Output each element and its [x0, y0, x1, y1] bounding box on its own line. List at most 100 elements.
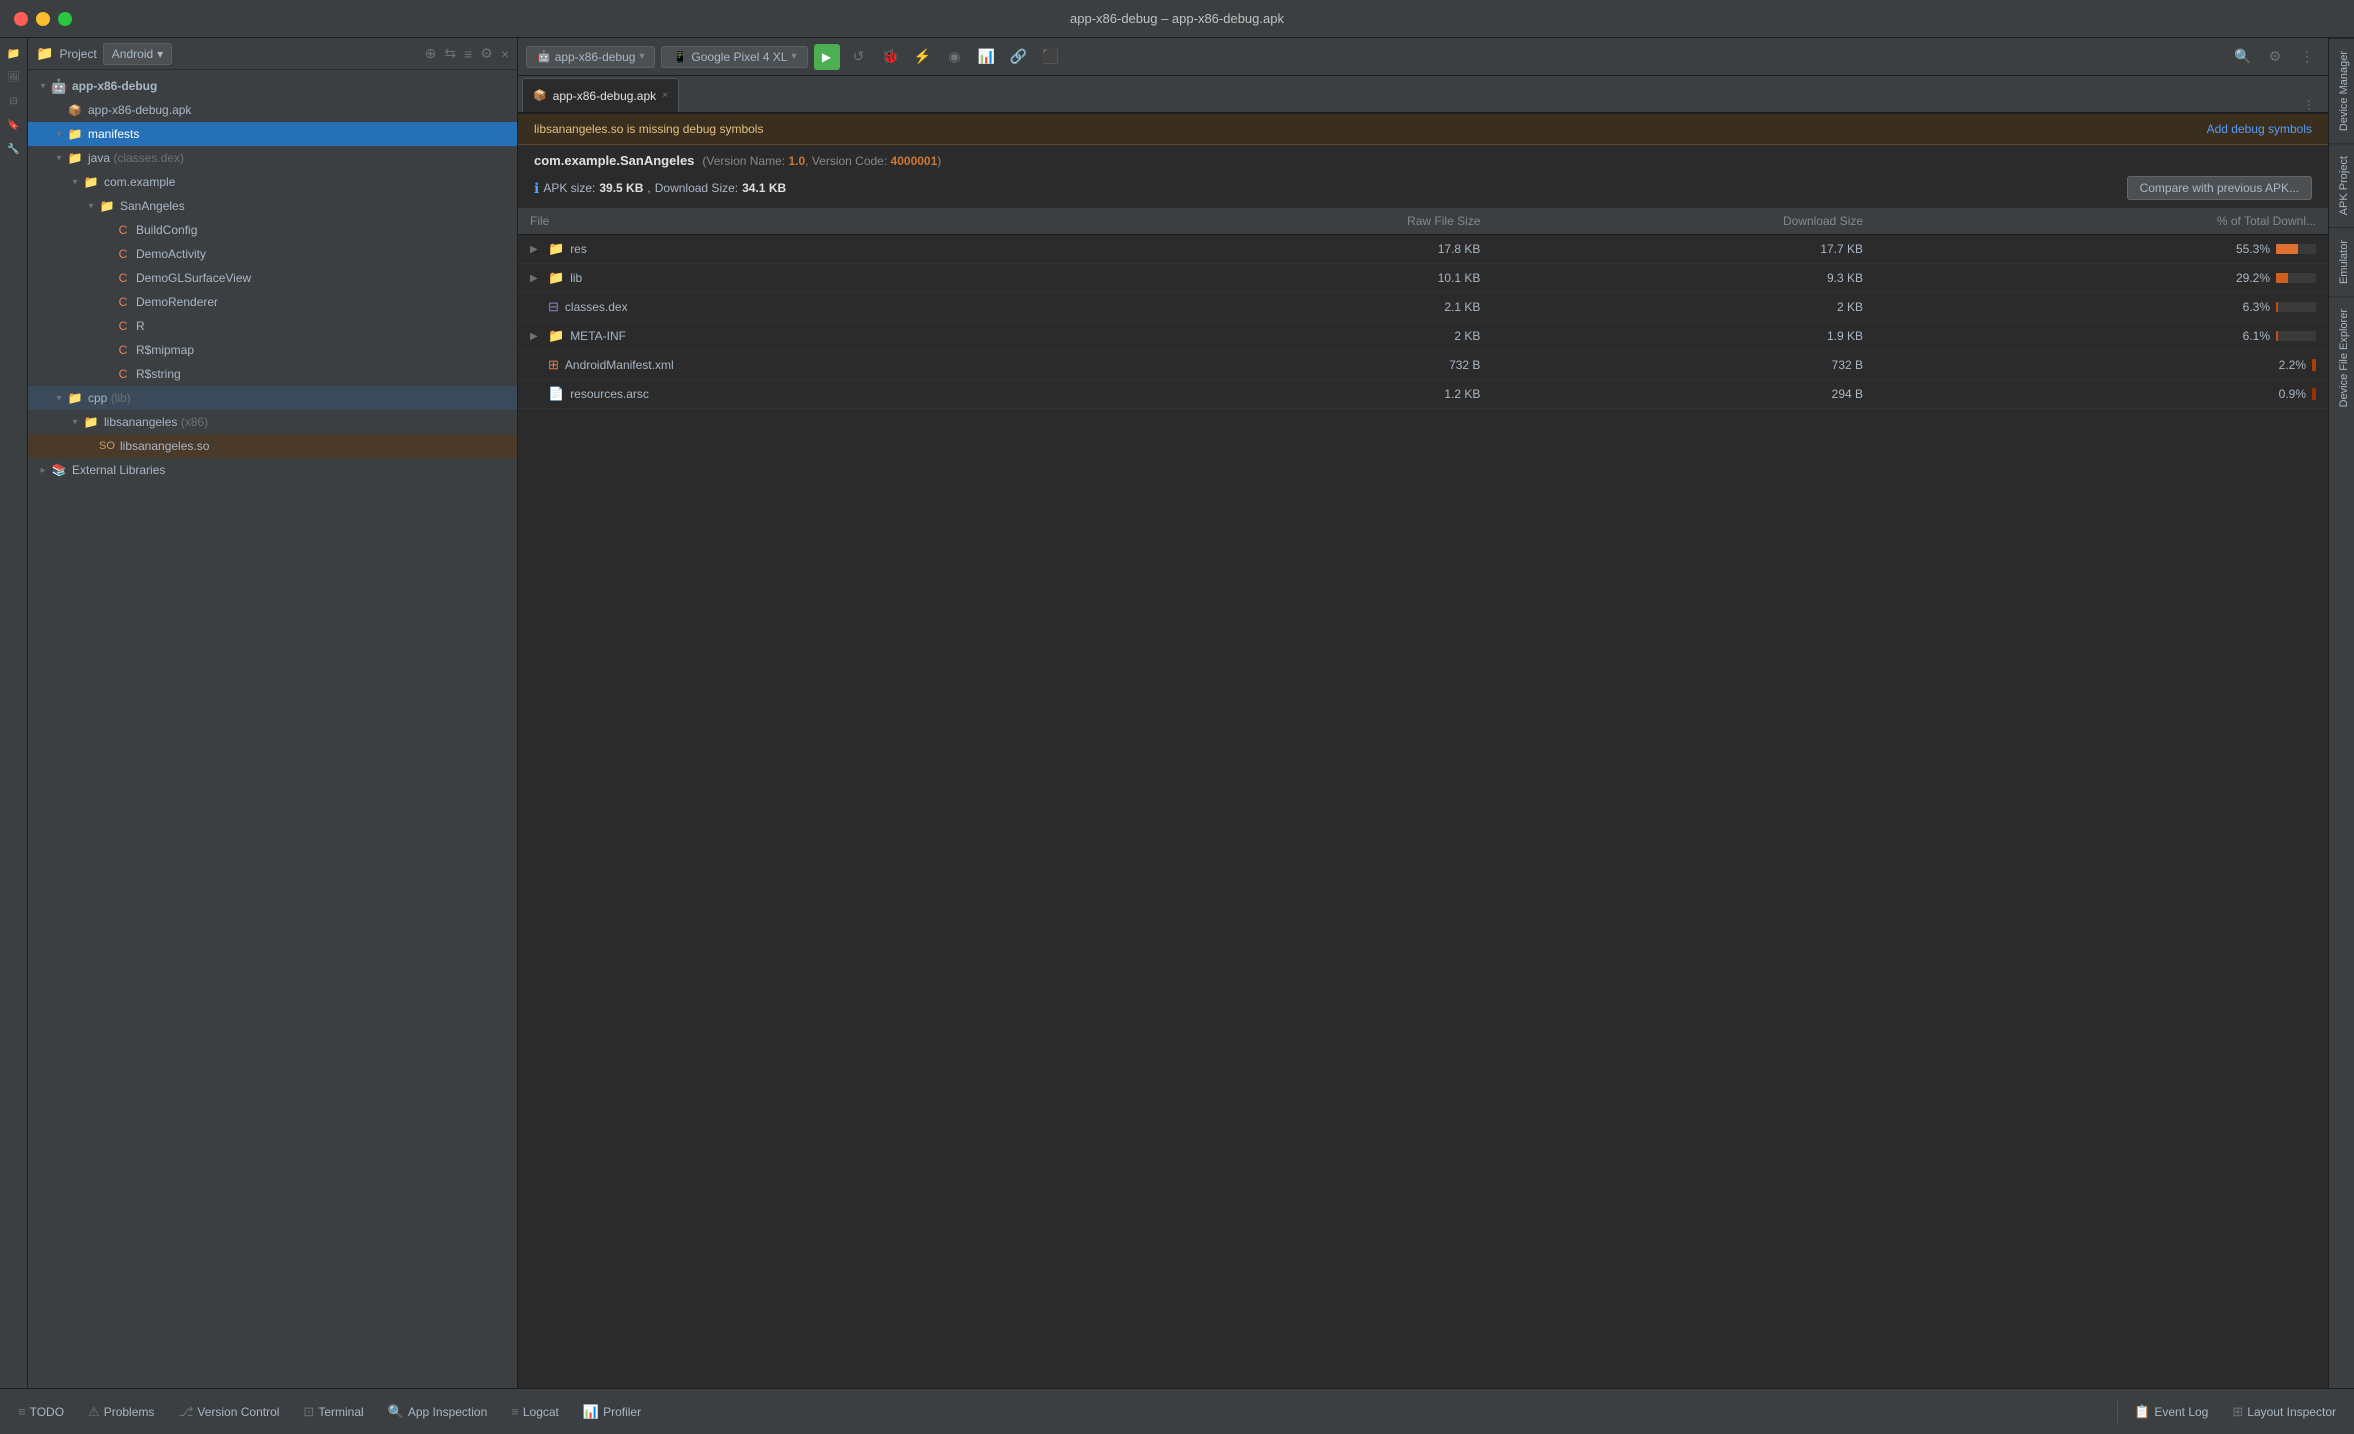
bookmarks-toggle[interactable]: 🔖: [3, 114, 25, 136]
view-mode-selector[interactable]: Android ▾: [103, 43, 172, 65]
warning-text: libsanangeles.so is missing debug symbol…: [534, 122, 763, 136]
stop-button[interactable]: ⬛: [1038, 44, 1064, 70]
close-icon[interactable]: ×: [501, 46, 509, 62]
tree-item-libsanangeles[interactable]: 📁 libsanangeles (x86): [28, 410, 517, 434]
table-row[interactable]: ⊞AndroidManifest.xml732 B732 B2.2%: [518, 351, 2328, 380]
table-row[interactable]: ▶📁res17.8 KB17.7 KB55.3%: [518, 235, 2328, 264]
tree-arrow: [52, 129, 66, 140]
maximize-button[interactable]: [58, 12, 72, 26]
tab-close-button[interactable]: ×: [662, 90, 668, 101]
tree-item-cpp[interactable]: 📁 cpp (lib): [28, 386, 517, 410]
tree-item-r-mipmap[interactable]: C R$mipmap: [28, 338, 517, 362]
device-selector[interactable]: 📱 Google Pixel 4 XL ▾: [661, 46, 807, 68]
file-type-icon: 📄: [548, 386, 564, 402]
tree-item-sanangeles[interactable]: 📁 SanAngeles: [28, 194, 517, 218]
compare-apk-button[interactable]: Compare with previous APK...: [2127, 176, 2312, 200]
tree-item-java[interactable]: 📁 java (classes.dex): [28, 146, 517, 170]
tree-item-com-example[interactable]: 📁 com.example: [28, 170, 517, 194]
view-mode-arrow: ▾: [157, 47, 163, 61]
apk-tab[interactable]: 📦 app-x86-debug.apk ×: [522, 78, 679, 112]
tree-item-libsanangeles-so[interactable]: SO libsanangeles.so: [28, 434, 517, 458]
tree-item-demoactivity[interactable]: C DemoActivity: [28, 242, 517, 266]
run-icon: ▶: [822, 50, 831, 64]
gear-icon[interactable]: ⚙: [480, 45, 493, 62]
tree-item-external-libraries[interactable]: 📚 External Libraries: [28, 458, 517, 482]
add-icon[interactable]: ⊕: [425, 45, 437, 62]
file-table-container[interactable]: File Raw File Size Download Size % of To…: [518, 208, 2328, 1434]
reload-button[interactable]: ↺: [846, 44, 872, 70]
minimize-button[interactable]: [36, 12, 50, 26]
table-row[interactable]: ▶📁META-INF2 KB1.9 KB6.1%: [518, 322, 2328, 351]
tree-item-suffix: (lib): [107, 391, 130, 405]
expand-arrow[interactable]: ▶: [530, 331, 542, 342]
tree-item-app-root[interactable]: 🤖 app-x86-debug: [28, 74, 517, 98]
percent-bar: [2276, 331, 2316, 341]
apk-project-panel[interactable]: APK Project: [2329, 143, 2354, 227]
build-variants-toggle[interactable]: 🔧: [3, 138, 25, 160]
emulator-panel[interactable]: Emulator: [2329, 227, 2354, 296]
todo-tool[interactable]: ≡ TODO: [8, 1397, 74, 1427]
tree-item-label: libsanangeles.so: [120, 439, 209, 453]
folder-icon: 📁: [66, 126, 84, 142]
event-log-tool[interactable]: 📋 Event Log: [2124, 1397, 2218, 1427]
expand-arrow[interactable]: ▶: [530, 273, 542, 284]
settings-button[interactable]: ⚙: [2262, 44, 2288, 70]
titlebar: app-x86-debug – app-x86-debug.apk: [0, 0, 2354, 38]
tree-arrow: [52, 153, 66, 164]
project-tree[interactable]: 🤖 app-x86-debug 📦 app-x86-debug.apk 📁 ma…: [28, 70, 517, 1434]
tree-item-label: DemoRenderer: [136, 295, 218, 309]
version-control-tool[interactable]: ⎇ Version Control: [168, 1397, 289, 1427]
profiler-tool[interactable]: 📊 Profiler: [573, 1397, 651, 1427]
debug-button[interactable]: 🐞: [878, 44, 904, 70]
vcs-icon: ⎇: [178, 1404, 193, 1420]
coverage-button[interactable]: ◉: [942, 44, 968, 70]
table-row[interactable]: ▶📁lib10.1 KB9.3 KB29.2%: [518, 264, 2328, 293]
layout-inspector-tool[interactable]: ⊞ Layout Inspector: [2222, 1397, 2346, 1427]
collapse-all-icon[interactable]: ≡: [464, 46, 472, 62]
percent-value: 6.1%: [2243, 329, 2270, 343]
add-debug-symbols-link[interactable]: Add debug symbols: [2207, 122, 2312, 136]
tree-item-demoglsurfaceview[interactable]: C DemoGLSurfaceView: [28, 266, 517, 290]
app-config-arrow: ▾: [639, 51, 644, 62]
device-file-explorer-panel[interactable]: Device File Explorer: [2329, 296, 2354, 419]
resource-manager-toggle[interactable]: 🖼: [3, 66, 25, 88]
project-panel: 📁 Project Android ▾ ⊕ ⇆ ≡ ⚙ × 🤖 app-x86-…: [28, 38, 518, 1434]
folder-icon: 📁: [66, 390, 84, 406]
tree-item-buildconfig[interactable]: C BuildConfig: [28, 218, 517, 242]
tree-item-r-string[interactable]: C R$string: [28, 362, 517, 386]
profiler-button[interactable]: 📊: [974, 44, 1000, 70]
tree-item-apk[interactable]: 📦 app-x86-debug.apk: [28, 98, 517, 122]
search-button[interactable]: 🔍: [2230, 44, 2256, 70]
more-options-button[interactable]: ⋮: [2294, 44, 2320, 70]
table-row[interactable]: 📄resources.arsc1.2 KB294 B0.9%: [518, 380, 2328, 409]
device-manager-panel[interactable]: Device Manager: [2329, 38, 2354, 143]
expand-arrow[interactable]: ▶: [530, 244, 542, 255]
attach-debugger-button[interactable]: 🔗: [1006, 44, 1032, 70]
logcat-tool[interactable]: ≡ Logcat: [501, 1397, 569, 1427]
apply-changes-button[interactable]: ⚡: [910, 44, 936, 70]
problems-tool[interactable]: ⚠ Problems: [78, 1397, 164, 1427]
download-size: 9.3 KB: [1492, 264, 1875, 293]
tree-item-r[interactable]: C R: [28, 314, 517, 338]
file-name: classes.dex: [565, 300, 628, 314]
structure-toggle[interactable]: ⊟: [3, 90, 25, 112]
terminal-tool[interactable]: ⊡ Terminal: [293, 1397, 373, 1427]
app-config-selector[interactable]: 🤖 app-x86-debug ▾: [526, 46, 655, 68]
tree-item-manifests[interactable]: 📁 manifests: [28, 122, 517, 146]
project-view-toggle[interactable]: 📁: [3, 42, 25, 64]
table-row[interactable]: ⊟classes.dex2.1 KB2 KB6.3%: [518, 293, 2328, 322]
app-inspection-tool[interactable]: 🔍 App Inspection: [378, 1397, 498, 1427]
tab-more-button[interactable]: ⋮: [2294, 98, 2324, 112]
todo-label: TODO: [30, 1405, 64, 1419]
close-button[interactable]: [14, 12, 28, 26]
tab-label: app-x86-debug.apk: [553, 89, 656, 103]
run-button[interactable]: ▶: [814, 44, 840, 70]
android-icon: 🤖: [50, 78, 68, 94]
tree-item-label: libsanangeles: [104, 415, 177, 429]
right-panel: 🤖 app-x86-debug ▾ 📱 Google Pixel 4 XL ▾ …: [518, 38, 2328, 1434]
tree-item-demorenderer[interactable]: C DemoRenderer: [28, 290, 517, 314]
tree-item-label: R$mipmap: [136, 343, 194, 357]
scroll-to-source-icon[interactable]: ⇆: [444, 45, 456, 62]
tree-item-label: app-x86-debug: [72, 79, 157, 93]
download-size: 732 B: [1492, 351, 1875, 380]
